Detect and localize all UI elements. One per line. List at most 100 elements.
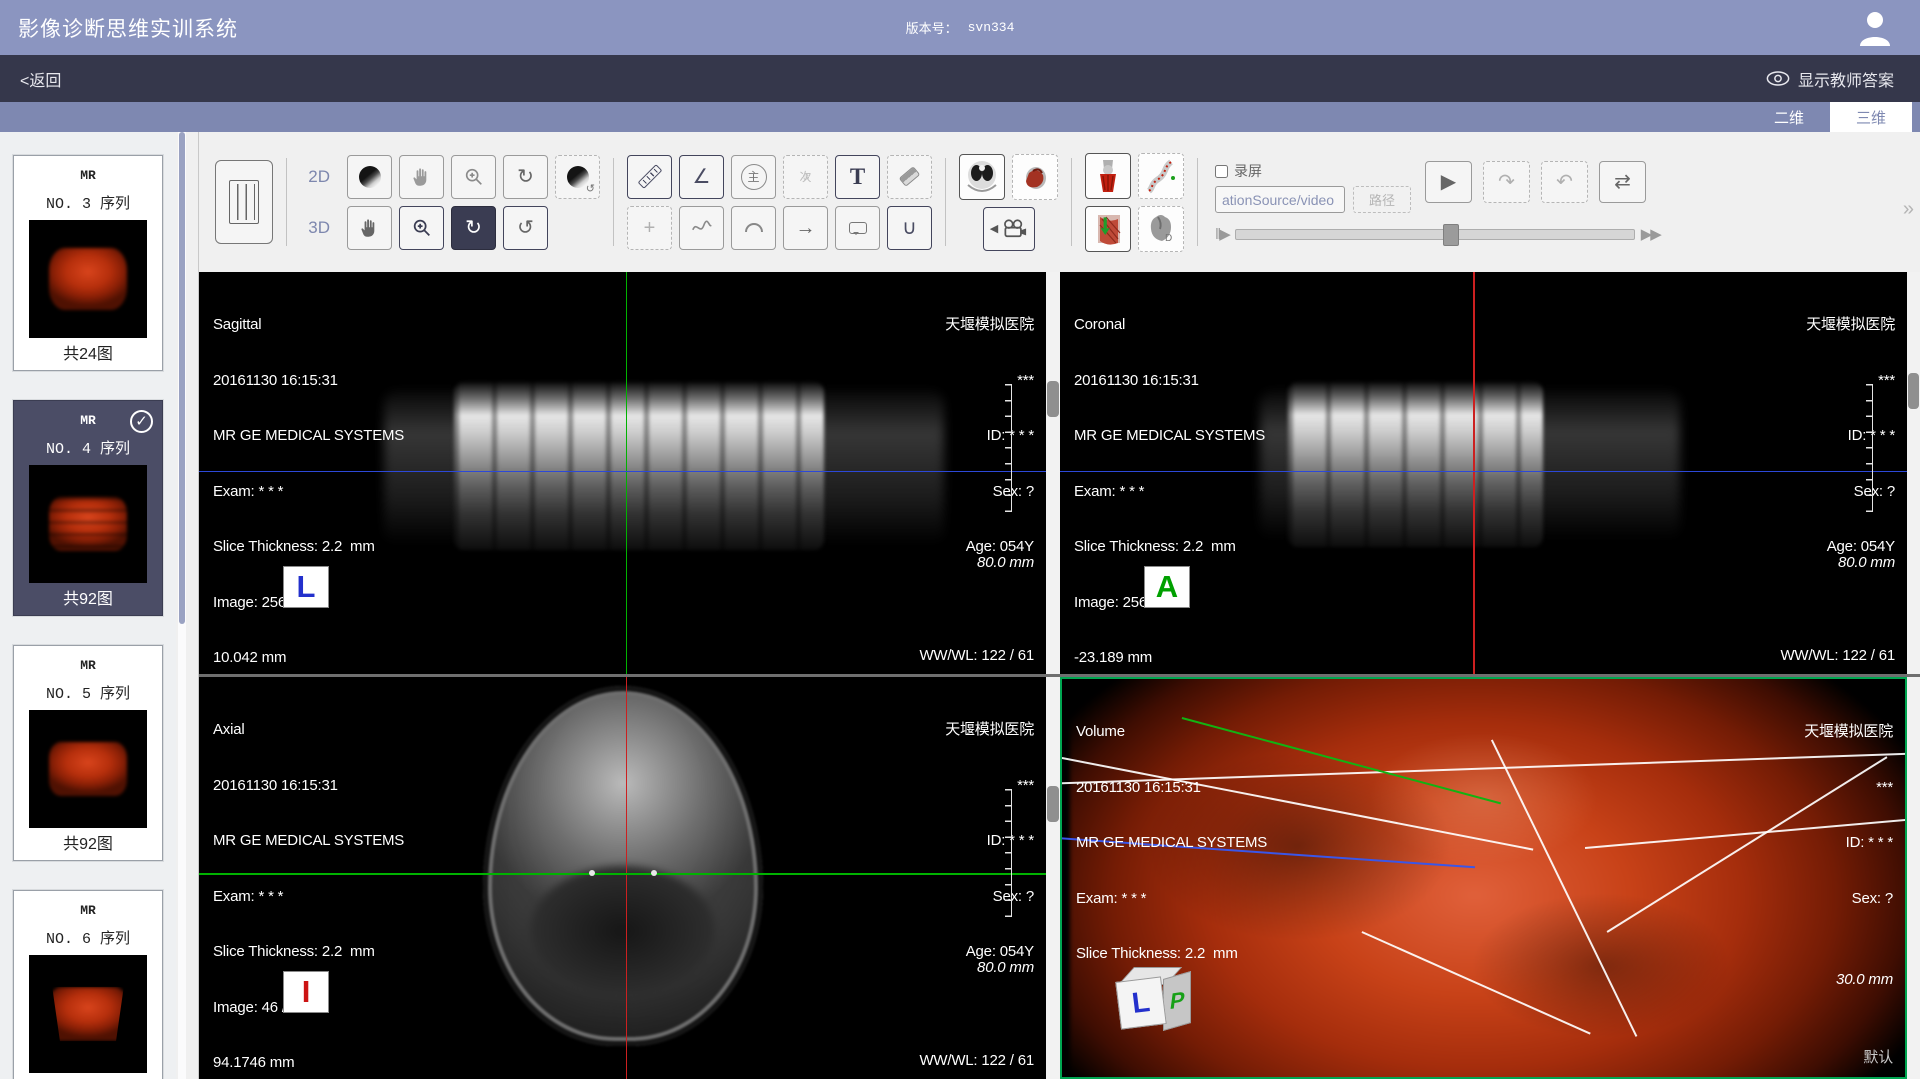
viewport-axial[interactable]: Axial 20161130 16:15:31 MR GE MEDICAL SY… (199, 677, 1046, 1079)
series-name: NO. 6 序列 (14, 927, 162, 948)
measure-ruler-button[interactable] (627, 155, 672, 199)
rotate-2d-button[interactable]: ↻ (503, 155, 548, 199)
text-annotation-button[interactable]: T (835, 155, 880, 199)
heart-gray-preset-button[interactable]: D (1138, 206, 1184, 252)
rotate-icon: ↻ (517, 167, 534, 187)
rotate-3d-button[interactable]: ↻ (451, 206, 496, 250)
swap-direction-button[interactable]: ⇄ (1599, 161, 1646, 203)
hand-icon (411, 166, 433, 188)
heart-gray-icon: D (1143, 211, 1179, 247)
sub-nav-bar: <返回 显示教师答案 (0, 55, 1920, 102)
viewport-volume[interactable]: Volume 20161130 16:15:31 MR GE MEDICAL S… (1060, 677, 1907, 1079)
app-title: 影像诊断思维实训系统 (0, 13, 238, 43)
lung-ct-preset-button[interactable] (959, 154, 1005, 200)
series-modality: MR (14, 658, 162, 673)
spine-vessel-icon (1143, 158, 1179, 194)
user-avatar-icon[interactable] (1856, 8, 1894, 46)
wl-reset-button[interactable]: ↺ (555, 155, 600, 199)
secondary-circle-icon: 次 (803, 174, 809, 180)
heart-volume-preset-button[interactable] (1012, 154, 1058, 200)
path-browse-button[interactable]: 路径 (1353, 186, 1411, 213)
rotate-loop-right-button[interactable]: ↷ (1483, 161, 1530, 203)
series-thumbnail (29, 220, 147, 338)
sidebar-scrollbar[interactable] (178, 132, 186, 1079)
mode-3d-label: 3D (300, 218, 330, 238)
crosshair-vertical-red[interactable] (1473, 272, 1475, 674)
curve-tool-button[interactable] (679, 206, 724, 250)
zoom-3d-button[interactable] (399, 206, 444, 250)
play-button[interactable]: ▶ (1425, 161, 1472, 203)
viewport-sagittal[interactable]: Sagittal 20161130 16:15:31 MR GE MEDICAL… (199, 272, 1046, 674)
record-screen-label: 录屏 (1234, 161, 1262, 181)
secondary-marker-button[interactable]: 次 (783, 155, 828, 199)
cube-side-face: P (1163, 971, 1191, 1031)
swap-arrows-icon: ⇄ (1614, 172, 1631, 192)
series-card-3[interactable]: MR NO. 3 序列 共24图 (13, 155, 163, 371)
dicom-info-left: Coronal 20161130 16:15:31 MR GE MEDICAL … (1074, 279, 1265, 674)
comment-annotation-button[interactable] (835, 206, 880, 250)
primary-marker-button[interactable]: 主 (731, 155, 776, 199)
dicom-info-left: Volume 20161130 16:15:31 MR GE MEDICAL S… (1076, 686, 1267, 1001)
eraser-button[interactable] (887, 155, 932, 199)
crosshair-vertical-green[interactable] (626, 272, 628, 674)
loop-left-icon: ↶ (1556, 172, 1573, 192)
frame-slider[interactable] (1235, 229, 1635, 240)
version-label: 版本号： (906, 18, 958, 37)
back-button[interactable]: <返回 (0, 67, 61, 91)
series-card-6[interactable]: MR NO. 6 序列 共88图 (13, 890, 163, 1079)
wwwl-label: WW/WL: 122 / 61 (919, 1052, 1034, 1071)
angle-icon: ∠ (693, 167, 711, 187)
step-backward-control[interactable]: ‖▶ (1215, 225, 1229, 243)
cobb-angle-button[interactable]: ∪ (887, 206, 932, 250)
scale-label: 30.0 mm (1836, 971, 1893, 990)
orientation-cube[interactable]: P L (1116, 965, 1208, 1047)
record-path-input[interactable] (1215, 186, 1345, 213)
wwwl-label: WW/WL: 122 / 61 (1780, 647, 1895, 666)
eraser-icon (899, 166, 921, 187)
crosshair-vertical-red[interactable] (626, 677, 628, 1079)
show-teacher-answer-label: 显示教师答案 (1798, 67, 1894, 91)
tab-2d[interactable]: 二维 (1748, 102, 1830, 132)
curve-icon (691, 217, 713, 239)
collapse-panel-icon[interactable]: » (1903, 198, 1914, 221)
record-capture-button[interactable]: ◀ (983, 207, 1035, 251)
step-forward-control[interactable]: ▶▶ (1641, 225, 1660, 243)
toolbar: 2D ↻ ↺ 3D (199, 132, 1920, 272)
reset-3d-button[interactable]: ↺ (503, 206, 548, 250)
slice-scrollbar-axial[interactable] (1046, 677, 1060, 1079)
layout-mpr-button[interactable] (215, 160, 273, 244)
slice-scrollbar-coronal[interactable] (1907, 272, 1920, 674)
rotate-icon: ↻ (465, 218, 482, 238)
series-card-5[interactable]: MR NO. 5 序列 共92图 (13, 645, 163, 861)
viewport-coronal[interactable]: Coronal 20161130 16:15:31 MR GE MEDICAL … (1060, 272, 1907, 674)
measure-angle-button[interactable]: ∠ (679, 155, 724, 199)
pan-2d-button[interactable] (399, 155, 444, 199)
preset-default-label[interactable]: 默认 (1863, 1049, 1893, 1068)
wl-window-level-button[interactable] (347, 155, 392, 199)
arc-tool-button[interactable] (731, 206, 776, 250)
muscle-preset-button[interactable] (1085, 206, 1131, 252)
show-teacher-answer-button[interactable]: 显示教师答案 (1766, 67, 1920, 91)
viewport-grid: Sagittal 20161130 16:15:31 MR GE MEDICAL… (199, 272, 1920, 1079)
eye-icon (1766, 71, 1790, 86)
primary-circle-icon: 主 (741, 164, 767, 190)
dicom-info-left: Sagittal 20161130 16:15:31 MR GE MEDICAL… (213, 279, 404, 674)
dicom-info-left: Axial 20161130 16:15:31 MR GE MEDICAL SY… (213, 684, 404, 1079)
series-card-4[interactable]: ✓ MR NO. 4 序列 共92图 (13, 400, 163, 616)
slice-scrollbar-right[interactable] (1907, 677, 1920, 1079)
tab-3d[interactable]: 三维 (1830, 102, 1912, 132)
series-name: NO. 3 序列 (14, 192, 162, 213)
locator-cross-button[interactable]: + (627, 206, 672, 250)
spine-vessel-preset-button[interactable] (1138, 153, 1184, 199)
zoom-2d-button[interactable] (451, 155, 496, 199)
magnifier-plus-icon (411, 217, 433, 239)
reset-view-icon: ↺ (517, 218, 534, 238)
rotate-loop-left-button[interactable]: ↶ (1541, 161, 1588, 203)
knee-bone-preset-button[interactable] (1085, 153, 1131, 199)
arrow-annotation-button[interactable]: → (783, 206, 828, 250)
record-screen-checkbox[interactable] (1215, 165, 1228, 178)
slice-scrollbar-sagittal[interactable] (1046, 272, 1060, 674)
pan-3d-button[interactable] (347, 206, 392, 250)
view-mode-tabs: 二维 三维 (0, 102, 1920, 132)
slider-thumb[interactable] (1443, 224, 1459, 246)
